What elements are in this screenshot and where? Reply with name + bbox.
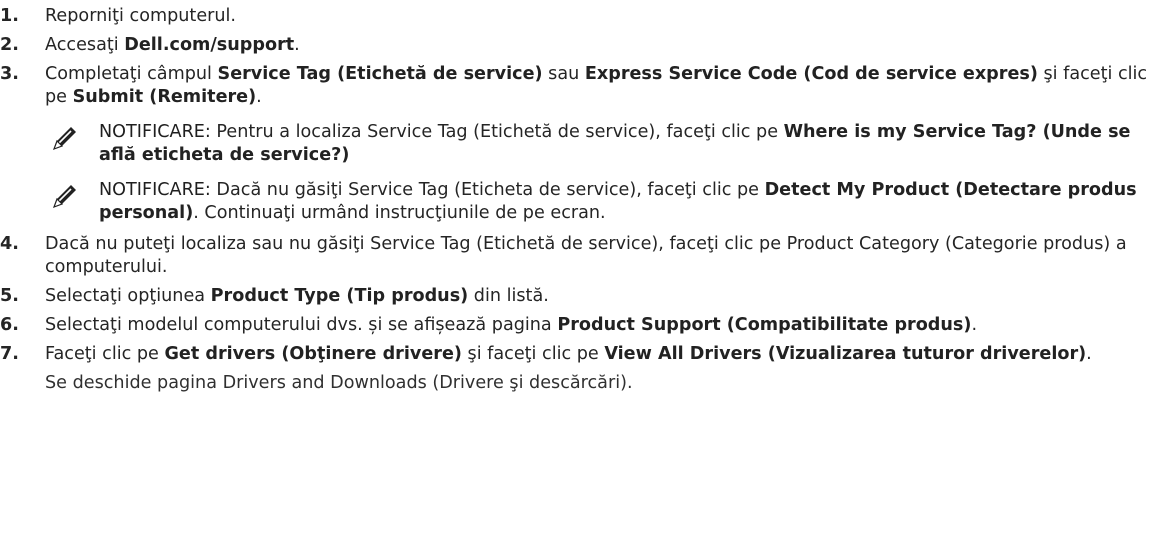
step-2: 2. Accesaţi Dell.com/support. xyxy=(0,34,1166,57)
step-text: Completaţi câmpul Service Tag (Etichetă … xyxy=(45,63,1166,109)
express-service-code-label: Express Service Code (Cod de service exp… xyxy=(584,64,1038,84)
text-run: şi faceţi clic pe xyxy=(461,344,605,364)
text-run: . xyxy=(256,87,262,107)
document: 1. Reporniţi computerul. 2. Accesaţi Del… xyxy=(0,0,1166,395)
product-support-page-name: Product Support (Compatibilitate produs) xyxy=(557,315,972,335)
step-4: 4. Dacă nu puteţi localiza sau nu găsiţi… xyxy=(0,233,1166,279)
note-label: NOTIFICARE: xyxy=(99,122,211,142)
note-label: NOTIFICARE: xyxy=(99,180,211,200)
step-number: 1. xyxy=(0,6,19,26)
text-run: Faceţi clic pe xyxy=(45,344,165,364)
note-1: NOTIFICARE: Pentru a localiza Service Ta… xyxy=(0,121,1166,167)
step-5: 5. Selectaţi opţiunea Product Type (Tip … xyxy=(0,285,1166,308)
text-run: Completaţi câmpul xyxy=(45,64,218,84)
step-1: 1. Reporniţi computerul. xyxy=(0,5,1166,28)
closing-paragraph: Se deschide pagina Drivers and Downloads… xyxy=(45,373,633,393)
step-text: Accesaţi Dell.com/support. xyxy=(45,34,1166,57)
step-6: 6. Selectaţi modelul computerului dvs. ș… xyxy=(0,314,1166,337)
step-text: Dacă nu puteţi localiza sau nu găsiţi Se… xyxy=(45,233,1166,279)
submit-button-label: Submit (Remitere) xyxy=(72,87,257,107)
pencil-note-icon xyxy=(52,185,76,209)
pencil-note-icon xyxy=(52,127,76,151)
text-run: Accesaţi xyxy=(45,35,125,55)
step-number: 4. xyxy=(0,234,19,254)
step-text: Faceţi clic pe Get drivers (Obţinere dri… xyxy=(45,343,1166,366)
step-text: Selectaţi opţiunea Product Type (Tip pro… xyxy=(45,285,1166,308)
step-text: Selectaţi modelul computerului dvs. și s… xyxy=(45,314,1166,337)
step-7: 7. Faceţi clic pe Get drivers (Obţinere … xyxy=(0,343,1166,366)
get-drivers-link[interactable]: Get drivers (Obţinere drivere) xyxy=(164,344,461,364)
text-run: Dacă nu puteţi localiza sau nu găsiţi Se… xyxy=(45,234,1127,277)
text-run: . xyxy=(971,315,978,335)
text-run: sau xyxy=(542,64,585,84)
note-2: NOTIFICARE: Dacă nu găsiţi Service Tag (… xyxy=(0,179,1166,225)
step-text: Reporniţi computerul. xyxy=(45,5,1166,28)
step-number: 3. xyxy=(0,64,19,84)
text-run: Selectaţi opţiunea xyxy=(45,286,211,306)
step-number: 7. xyxy=(0,344,19,364)
text-run: . Continuaţi urmând instrucţiunile de pe… xyxy=(193,203,606,223)
support-link[interactable]: Dell.com/support xyxy=(124,35,294,55)
text-run: . xyxy=(1086,344,1092,364)
step-number: 5. xyxy=(0,286,19,306)
product-type-option: Product Type (Tip produs) xyxy=(210,286,469,306)
step-number: 6. xyxy=(0,315,19,335)
step-3: 3. Completaţi câmpul Service Tag (Etiche… xyxy=(0,63,1166,109)
text-run: Pentru a localiza Service Tag (Etichetă … xyxy=(210,122,784,142)
text-run: Reporniţi computerul. xyxy=(45,6,237,26)
text-run: Dacă nu găsiţi Service Tag (Eticheta de … xyxy=(210,180,765,200)
step-number: 2. xyxy=(0,35,19,55)
text-run: din listă. xyxy=(468,286,549,306)
service-tag-field-label: Service Tag (Etichetă de service) xyxy=(217,64,543,84)
text-run: Selectaţi modelul computerului dvs. și s… xyxy=(45,315,558,335)
view-all-drivers-link[interactable]: View All Drivers (Vizualizarea tuturor d… xyxy=(604,344,1086,364)
text-run: . xyxy=(294,35,300,55)
